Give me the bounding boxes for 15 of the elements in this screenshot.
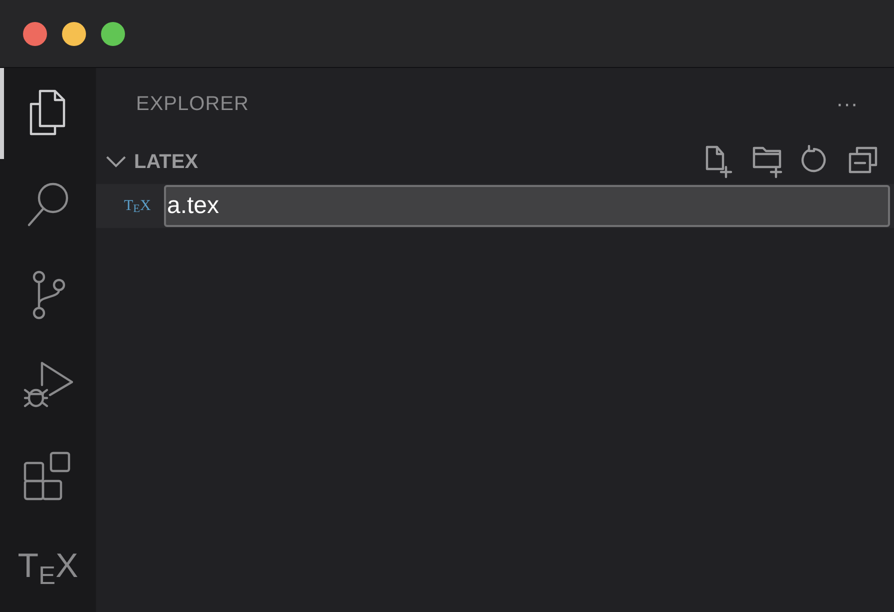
rename-input-field[interactable]: a.tex (164, 185, 890, 227)
chevron-icon (106, 156, 126, 168)
section-header[interactable]: LATEX (106, 147, 198, 177)
sidebar-title: EXPLORER (136, 92, 249, 117)
new-folder-button[interactable] (752, 145, 784, 179)
branch-icon (30, 270, 66, 320)
new-folder-icon (752, 145, 784, 179)
extensions-icon (23, 451, 73, 502)
tex-file-icon: T$_{E}$X (124, 198, 154, 214)
close-button[interactable] (23, 22, 47, 46)
minimize-button[interactable] (62, 22, 86, 46)
zoom-button[interactable] (101, 22, 125, 46)
more-actions-button[interactable]: ··· (836, 93, 858, 115)
search-icon (25, 180, 71, 228)
tex-activity-button[interactable]: T$_{E}$X (0, 521, 96, 612)
